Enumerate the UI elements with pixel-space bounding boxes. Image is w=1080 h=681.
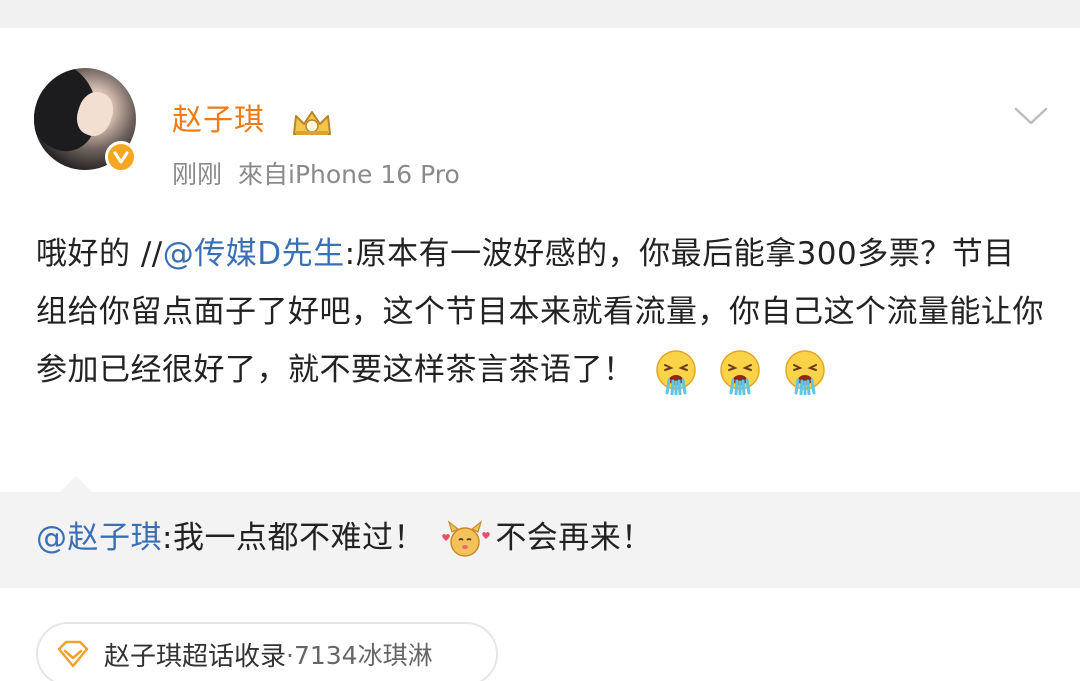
repost-text-before: :我一点都不难过！ <box>162 520 425 556</box>
author-name[interactable]: 赵子琪 <box>172 106 265 136</box>
mention-link[interactable]: @传媒D先生 <box>163 236 345 272</box>
reposted-content[interactable]: @赵子琪:我一点都不难过！ 不会再来！ <box>0 476 1080 588</box>
supertopic-count: ·7134冰琪淋 <box>286 641 433 670</box>
repost-text-after: 不会再来！ <box>495 520 653 556</box>
post-meta: 刚刚 來自iPhone 16 Pro <box>172 162 460 187</box>
post-source: 來自iPhone 16 Pro <box>238 160 460 189</box>
post-content: 哦好的 //@传媒D先生:原本有一波好感的，你最后能拿300多票？节目组给你留点… <box>36 225 1046 399</box>
vomit-emoji-icon <box>656 349 696 395</box>
verified-badge-icon <box>105 141 137 173</box>
diamond-icon <box>57 640 89 668</box>
cute-dog-sticker-icon <box>442 519 491 557</box>
repost-mention-link[interactable]: @赵子琪 <box>36 520 162 556</box>
supertopic-label: 赵子琪超话收录 <box>104 641 287 672</box>
weibo-post: 赵子琪 刚刚 來自iPhone 16 Pro 哦好的 //@传媒D先生:原本有一波… <box>0 28 1080 681</box>
post-timestamp: 刚刚 <box>172 160 223 189</box>
supertopic-tag[interactable]: 赵子琪超话收录 ·7134冰琪淋 <box>36 622 498 681</box>
member-crown-icon <box>293 111 331 135</box>
repost-text: @赵子琪:我一点都不难过！ 不会再来！ <box>36 516 653 562</box>
chevron-down-icon[interactable] <box>1014 106 1048 126</box>
post-prefix: 哦好的 // <box>36 236 163 272</box>
vomit-emoji-icon <box>720 349 760 395</box>
vomit-emoji-icon <box>784 349 825 395</box>
top-separator <box>0 0 1080 28</box>
